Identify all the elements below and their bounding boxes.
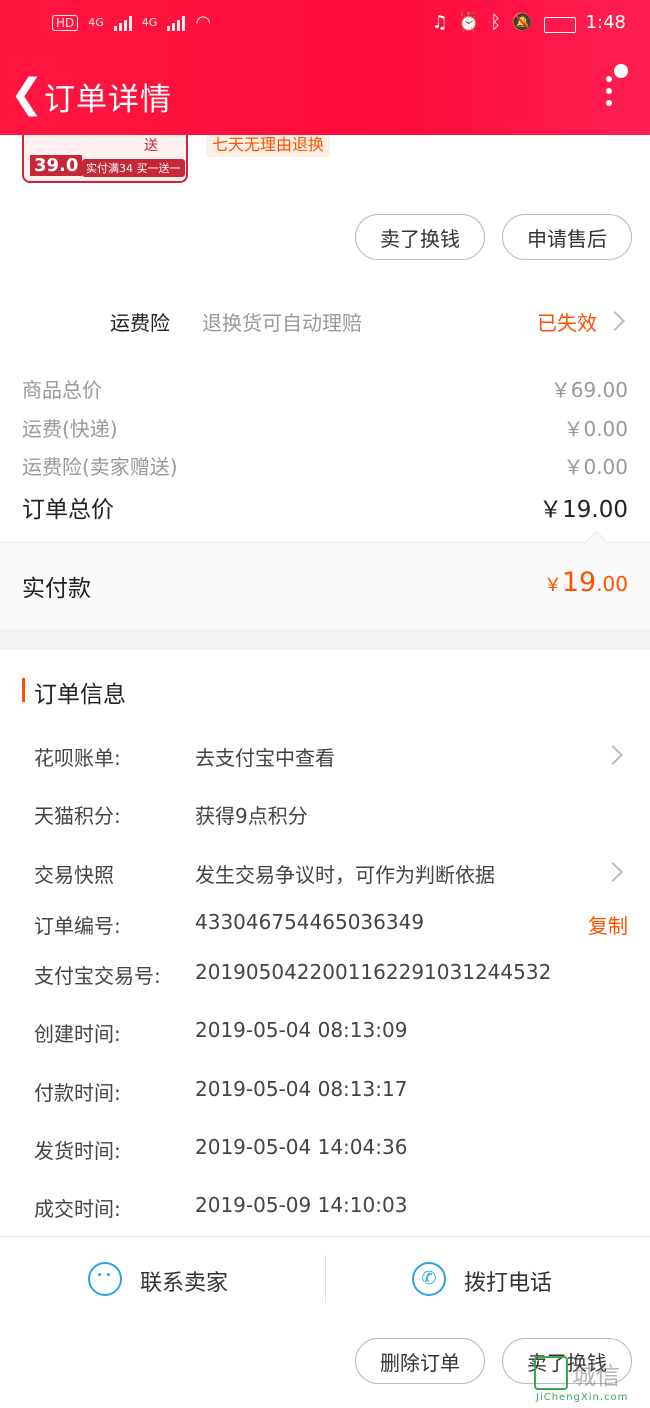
status-bar: HD 4G 4G ◠ ♫ ⏰ ᛒ 🔕 1:48 — [0, 10, 650, 40]
paid-dec: .00 — [596, 572, 628, 596]
paid-time-value: 2019-05-04 08:13:17 — [195, 1077, 408, 1101]
paid-section: 实付款 ￥19.00 — [0, 530, 650, 629]
huabei-label: 花呗账单: — [34, 746, 121, 770]
battery-icon — [543, 16, 576, 33]
alipay-trade-value: 2019050422001162291031244532 — [195, 960, 552, 984]
mute-icon: 🔕 — [511, 12, 534, 33]
after-sale-button[interactable]: 申请售后 — [502, 214, 632, 260]
insurance-desc: 退换货可自动理赔 — [202, 311, 362, 335]
notification-dot — [614, 64, 628, 78]
paid-label: 实付款 — [22, 576, 91, 602]
points-value: 获得9点积分 — [195, 804, 308, 828]
signal-icon — [113, 15, 132, 31]
watermark-url: JiChengXin.com — [536, 1392, 629, 1403]
created-time-value: 2019-05-04 08:13:09 — [195, 1018, 408, 1042]
call-button[interactable]: ✆ 拨打电话 — [326, 1237, 650, 1315]
shipped-time-label: 发货时间: — [34, 1139, 121, 1163]
watermark-brand: 城信 — [572, 1362, 620, 1390]
alarm-icon: ⏰ — [457, 12, 481, 33]
snapshot-label: 交易快照 — [34, 863, 114, 887]
thumb-mark: 送 — [144, 138, 158, 154]
headphones-icon: ♫ — [431, 12, 448, 33]
shipping-insurance-label: 运费险(卖家赠送) — [22, 455, 178, 479]
huabei-value: 去支付宝中查看 — [195, 746, 335, 770]
points-label: 天猫积分: — [34, 804, 121, 828]
watermark: 城信 JiChengXin.com — [534, 1356, 648, 1406]
created-time-label: 创建时间: — [34, 1022, 121, 1046]
order-total-label: 订单总价 — [22, 497, 114, 523]
snapshot-value: 发生交易争议时，可作为判断依据 — [195, 863, 495, 887]
nav-bar: ❮ 订单详情 — [0, 64, 650, 120]
shipping-value: ￥0.00 — [563, 417, 628, 441]
thumb-promo: 实付满34 买一送一 — [82, 159, 185, 177]
call-label: 拨打电话 — [464, 1271, 553, 1296]
completed-time-value: 2019-05-09 14:10:03 — [195, 1193, 408, 1217]
shipping-label: 运费(快递) — [22, 417, 118, 441]
paid-int: 19 — [561, 567, 597, 598]
order-number-label: 订单编号: — [34, 914, 121, 938]
phone-icon: ✆ — [412, 1262, 446, 1296]
order-total-value: ￥19.00 — [539, 497, 628, 523]
delete-order-button[interactable]: 删除订单 — [355, 1338, 485, 1384]
clock-time: 1:48 — [585, 12, 626, 33]
back-icon[interactable]: ❮ — [10, 72, 44, 116]
paid-amount: ￥19.00 — [544, 567, 628, 598]
contact-seller-button[interactable]: 联系卖家 — [0, 1237, 325, 1315]
contact-seller-label: 联系卖家 — [140, 1271, 229, 1296]
page-title: 订单详情 — [44, 82, 172, 118]
order-info-title: 订单信息 — [34, 682, 126, 708]
product-thumbnail[interactable]: 送 39.0 实付满34 买一送一 — [22, 135, 188, 183]
alipay-trade-label: 支付宝交易号: — [34, 964, 161, 988]
hd-badge: HD — [52, 14, 79, 31]
paid-time-label: 付款时间: — [34, 1081, 121, 1105]
paid-currency: ￥ — [543, 575, 562, 596]
order-number-value: 433046754465036349 — [195, 910, 425, 934]
app-header: HD 4G 4G ◠ ♫ ⏰ ᛒ 🔕 1:48 ❮ 订单详情 — [0, 0, 650, 135]
completed-time-label: 成交时间: — [34, 1197, 121, 1221]
section-accent-bar — [22, 678, 25, 702]
return-policy-tag: 七天无理由退换 — [206, 135, 331, 157]
copy-button[interactable]: 复制 — [588, 910, 628, 939]
network-label: 4G — [88, 16, 104, 29]
chat-face-icon — [88, 1262, 122, 1296]
wifi-icon: ◠ — [195, 12, 212, 33]
contact-bar: 联系卖家 ✆ 拨打电话 — [0, 1236, 650, 1316]
signal-icon-2 — [167, 15, 186, 31]
thumb-price: 39.0 — [30, 155, 83, 176]
goods-total-value: ￥69.00 — [550, 378, 628, 402]
shipped-time-value: 2019-05-04 14:04:36 — [195, 1135, 408, 1159]
sell-button[interactable]: 卖了换钱 — [355, 214, 485, 260]
bluetooth-icon: ᛒ — [490, 12, 502, 33]
more-menu-icon[interactable] — [604, 76, 614, 112]
insurance-status: 已失效 — [537, 311, 597, 335]
network-label-2: 4G — [141, 16, 158, 29]
goods-total-label: 商品总价 — [22, 378, 102, 402]
insurance-label: 运费险 — [110, 311, 170, 335]
watermark-logo-icon — [534, 1356, 568, 1390]
shipping-insurance-value: ￥0.00 — [563, 455, 628, 479]
